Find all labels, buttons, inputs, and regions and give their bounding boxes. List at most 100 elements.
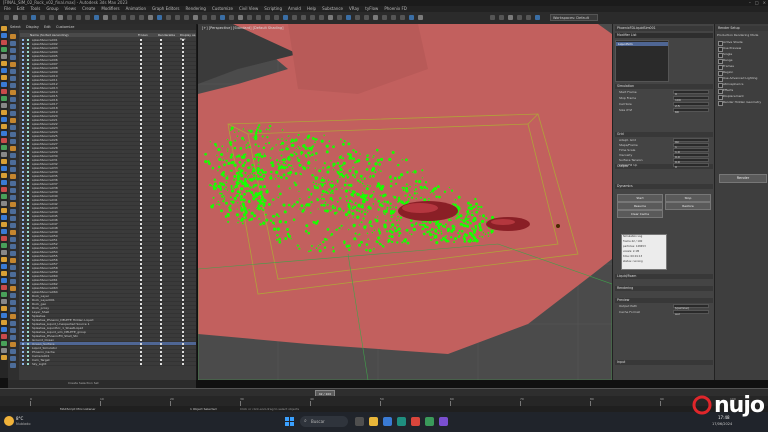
row-flag-checkbox[interactable]	[182, 127, 184, 129]
row-flag-checkbox[interactable]	[182, 59, 184, 61]
row-flag-checkbox[interactable]	[140, 255, 142, 257]
visibility-icon[interactable]	[22, 295, 24, 297]
visibility-icon[interactable]	[22, 163, 24, 165]
row-flag-checkbox[interactable]	[160, 251, 162, 253]
row-flag-checkbox[interactable]	[160, 59, 162, 61]
filter-icon[interactable]	[10, 209, 16, 214]
row-flag-checkbox[interactable]	[160, 63, 162, 65]
visibility-icon[interactable]	[22, 75, 24, 77]
visibility-icon[interactable]	[22, 143, 24, 145]
row-flag-checkbox[interactable]	[140, 143, 142, 145]
row-flag-checkbox[interactable]	[160, 163, 162, 165]
row-flag-checkbox[interactable]	[182, 123, 184, 125]
visibility-icon[interactable]	[22, 199, 24, 201]
param-field[interactable]: 1.0	[673, 148, 709, 154]
row-flag-checkbox[interactable]	[140, 127, 142, 129]
row-flag-checkbox[interactable]	[182, 47, 184, 49]
visibility-icon[interactable]	[22, 71, 24, 73]
row-flag-checkbox[interactable]	[140, 267, 142, 269]
toolbar-tool-icon[interactable]	[220, 15, 225, 20]
toolbar-tool-icon[interactable]	[400, 15, 405, 20]
visibility-icon[interactable]	[22, 219, 24, 221]
left-tool-icon[interactable]	[1, 250, 7, 255]
workspace-dropdown[interactable]: Workspaces: Default	[550, 14, 598, 21]
toolbar-tool-icon[interactable]	[355, 15, 360, 20]
visibility-icon[interactable]	[22, 55, 24, 57]
row-flag-checkbox[interactable]	[140, 75, 142, 77]
param-field[interactable]: 60	[673, 108, 709, 114]
row-flag-checkbox[interactable]	[182, 51, 184, 53]
row-flag-checkbox[interactable]	[140, 359, 142, 361]
row-flag-checkbox[interactable]	[182, 187, 184, 189]
row-flag-checkbox[interactable]	[160, 339, 162, 341]
row-flag-checkbox[interactable]	[160, 291, 162, 293]
visibility-icon[interactable]	[22, 111, 24, 113]
rollout-header[interactable]: Dynamics	[615, 184, 713, 189]
row-flag-checkbox[interactable]	[140, 275, 142, 277]
param-field[interactable]: 0	[673, 90, 709, 96]
visibility-icon[interactable]	[22, 39, 24, 41]
toolbar-tool-icon[interactable]	[4, 15, 9, 20]
row-flag-checkbox[interactable]	[140, 91, 142, 93]
param-field[interactable]: 2.5	[673, 102, 709, 108]
row-flag-checkbox[interactable]	[182, 111, 184, 113]
left-tool-icon[interactable]	[1, 117, 7, 122]
filter-icon[interactable]	[10, 202, 16, 207]
sim-start-button[interactable]: Start	[617, 194, 663, 202]
filter-icon[interactable]	[10, 41, 16, 46]
row-flag-checkbox[interactable]	[182, 335, 184, 337]
left-tool-icon[interactable]	[1, 75, 7, 80]
filter-icon[interactable]	[10, 237, 16, 242]
visibility-icon[interactable]	[22, 207, 24, 209]
row-flag-checkbox[interactable]	[160, 171, 162, 173]
toolbar-tool-icon[interactable]	[292, 15, 297, 20]
modifier-stack[interactable]: LiquidSim	[615, 40, 669, 82]
visibility-icon[interactable]	[22, 263, 24, 265]
row-flag-checkbox[interactable]	[160, 279, 162, 281]
row-flag-checkbox[interactable]	[182, 259, 184, 261]
filter-icon[interactable]	[10, 83, 16, 88]
left-tool-icon[interactable]	[1, 320, 7, 325]
visibility-icon[interactable]	[22, 195, 24, 197]
start-button[interactable]	[285, 417, 294, 426]
row-flag-checkbox[interactable]	[160, 191, 162, 193]
row-flag-checkbox[interactable]	[160, 131, 162, 133]
visibility-icon[interactable]	[22, 303, 24, 305]
row-flag-checkbox[interactable]	[182, 319, 184, 321]
filter-icon[interactable]	[10, 293, 16, 298]
visibility-icon[interactable]	[22, 347, 24, 349]
row-flag-checkbox[interactable]	[182, 291, 184, 293]
row-flag-checkbox[interactable]	[140, 55, 142, 57]
row-flag-checkbox[interactable]	[140, 151, 142, 153]
visibility-icon[interactable]	[22, 187, 24, 189]
render-target[interactable]: Production Rendering Mode	[717, 33, 767, 37]
render-button[interactable]: Render	[719, 174, 767, 183]
visibility-icon[interactable]	[22, 291, 24, 293]
filter-icon[interactable]	[10, 307, 16, 312]
row-flag-checkbox[interactable]	[140, 263, 142, 265]
visibility-icon[interactable]	[22, 147, 24, 149]
toolbar-tool-icon[interactable]	[58, 15, 63, 20]
toolbar-tool-icon[interactable]	[148, 15, 153, 20]
visibility-icon[interactable]	[22, 275, 24, 277]
row-flag-checkbox[interactable]	[140, 235, 142, 237]
visibility-icon[interactable]	[22, 311, 24, 313]
left-tool-icon[interactable]	[1, 257, 7, 262]
row-flag-checkbox[interactable]	[140, 115, 142, 117]
left-tool-icon[interactable]	[1, 313, 7, 318]
visibility-icon[interactable]	[22, 243, 24, 245]
chrome-icon[interactable]	[411, 417, 420, 426]
row-flag-checkbox[interactable]	[140, 99, 142, 101]
filter-icon[interactable]	[10, 272, 16, 277]
param-field[interactable]: 0.0	[673, 158, 709, 164]
taskbar-search[interactable]: ⌕ Buscar	[300, 416, 348, 427]
row-flag-checkbox[interactable]	[182, 83, 184, 85]
left-tool-icon[interactable]	[1, 96, 7, 101]
left-tool-icon[interactable]	[1, 194, 7, 199]
row-flag-checkbox[interactable]	[182, 99, 184, 101]
toolbar-tool-icon[interactable]	[175, 15, 180, 20]
filter-icon[interactable]	[10, 139, 16, 144]
row-flag-checkbox[interactable]	[182, 71, 184, 73]
row-flag-checkbox[interactable]	[160, 51, 162, 53]
visibility-icon[interactable]	[22, 103, 24, 105]
